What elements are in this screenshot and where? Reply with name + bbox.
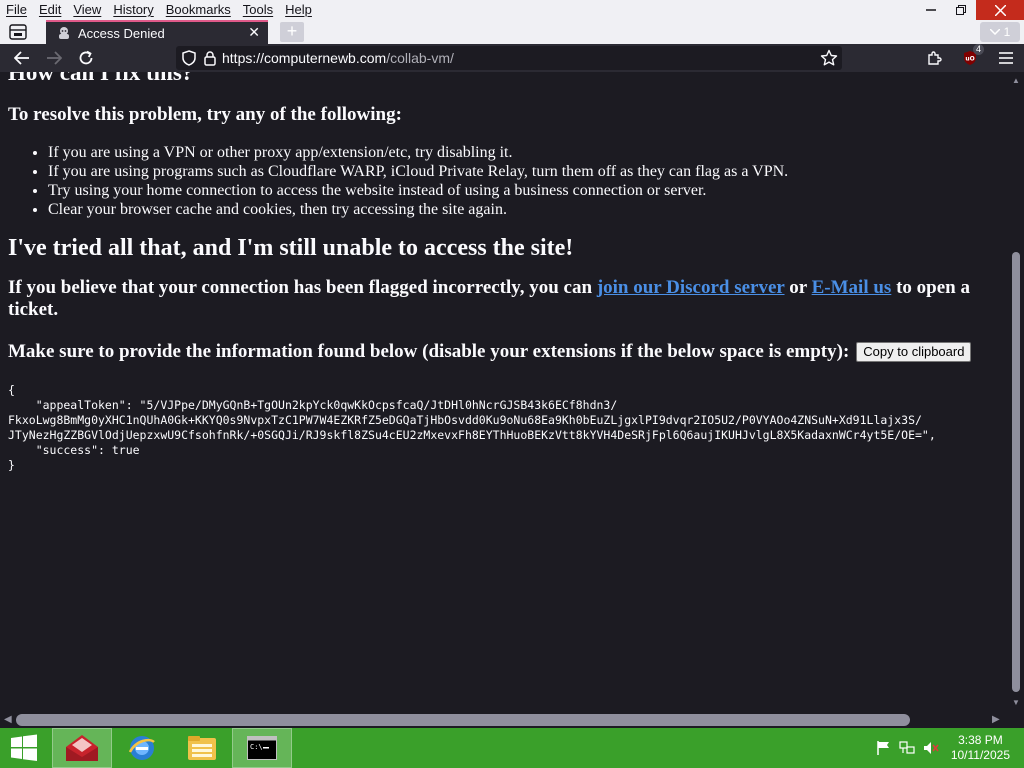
red-envelope-icon (66, 735, 98, 761)
minimize-icon (926, 9, 936, 11)
taskbar-vm-app[interactable] (52, 728, 112, 768)
menu-bookmarks[interactable]: Bookmarks (160, 0, 237, 20)
taskbar-ie[interactable] (112, 728, 172, 768)
reload-icon (79, 50, 93, 65)
menu-history[interactable]: History (107, 0, 159, 20)
flagged-paragraph: If you believe that your connection has … (8, 277, 998, 321)
tab-close-icon[interactable]: ✕ (248, 24, 260, 41)
copy-to-clipboard-button[interactable]: Copy to clipboard (856, 342, 972, 362)
app-menu-button[interactable] (988, 44, 1024, 72)
menu-help[interactable]: Help (279, 0, 318, 20)
list-item: If you are using programs such as Cloudf… (48, 162, 998, 181)
clock-date: 10/11/2025 (950, 748, 1010, 762)
horizontal-scrollbar[interactable]: ◀ ▶ (0, 712, 1024, 728)
menu-view[interactable]: View (67, 0, 107, 20)
firefox-view-button[interactable] (4, 22, 32, 42)
horizontal-scroll-thumb[interactable] (16, 714, 910, 726)
puzzle-icon (928, 51, 942, 65)
close-icon (994, 4, 1006, 16)
reload-button[interactable] (70, 44, 102, 72)
navigation-bar: https://computernewb.com/collab-vm/ uO 4 (0, 44, 1024, 72)
resolve-heading: To resolve this problem, try any of the … (8, 104, 402, 125)
page-content: How can I fix this? To resolve this prob… (8, 72, 998, 473)
info-paragraph: Make sure to provide the information fou… (8, 339, 998, 365)
tab-count: 1 (1003, 25, 1011, 39)
system-tray: 3:38 PM 10/11/2025 (871, 728, 1024, 768)
url-text: https://computernewb.com/collab-vm/ (222, 50, 454, 66)
list-item: If you are using a VPN or other proxy ap… (48, 143, 998, 162)
or-text: or (784, 277, 812, 298)
info-text: Make sure to provide the information fou… (8, 341, 850, 362)
tab-favicon-icon (56, 25, 72, 41)
back-arrow-icon (14, 51, 29, 65)
scroll-down-icon[interactable]: ▼ (1012, 698, 1020, 707)
bookmark-star-icon[interactable] (820, 49, 838, 72)
scroll-left-icon[interactable]: ◀ (4, 714, 12, 725)
page-viewport: How can I fix this? To resolve this prob… (0, 72, 1008, 712)
lock-icon[interactable] (204, 50, 216, 66)
svg-text:C:\: C:\ (250, 743, 263, 751)
command-prompt-icon: C:\ (247, 736, 277, 760)
taskbar-command-prompt[interactable]: C:\ (232, 728, 292, 768)
close-window-button[interactable] (976, 0, 1024, 20)
hamburger-menu-icon (999, 52, 1013, 64)
discord-link[interactable]: join our Discord server (597, 277, 785, 298)
windows-logo-icon (11, 734, 37, 761)
url-path: /collab-vm/ (386, 50, 454, 66)
restore-icon (956, 5, 966, 15)
chevron-down-icon (989, 29, 1000, 35)
forward-button[interactable] (38, 44, 70, 72)
menu-edit[interactable]: Edit (33, 0, 67, 20)
menu-bar: File Edit View History Bookmarks Tools H… (0, 0, 1024, 20)
taskbar-file-explorer[interactable] (172, 728, 232, 768)
svg-text:uO: uO (965, 56, 974, 63)
folder-icon (188, 736, 216, 760)
menu-tools[interactable]: Tools (237, 0, 279, 20)
restore-button[interactable] (946, 0, 976, 20)
url-bar[interactable]: https://computernewb.com/collab-vm/ (176, 46, 842, 70)
ublock-count-badge: 4 (972, 44, 984, 55)
network-icon[interactable] (895, 728, 919, 768)
extensions-button[interactable] (916, 44, 952, 72)
fix-heading: How can I fix this? (8, 72, 194, 85)
toolbar-right: uO 4 (916, 44, 1024, 72)
vertical-scroll-thumb[interactable] (1012, 252, 1020, 692)
plus-icon: + (286, 21, 298, 41)
menu-file[interactable]: File (0, 0, 33, 20)
firefox-view-icon (9, 24, 27, 40)
list-item: Try using your home connection to access… (48, 181, 998, 200)
tab-title: Access Denied (78, 25, 165, 41)
clock-time: 3:38 PM (958, 733, 1003, 747)
volume-muted-icon[interactable] (919, 728, 943, 768)
taskbar-clock[interactable]: 3:38 PM 10/11/2025 (951, 733, 1010, 763)
forward-arrow-icon (47, 51, 62, 65)
list-item: Clear your browser cache and cookies, th… (48, 200, 998, 219)
start-button[interactable] (0, 728, 48, 768)
flagged-text: If you believe that your connection has … (8, 277, 597, 298)
shield-icon[interactable] (182, 50, 196, 66)
internet-explorer-icon (128, 736, 155, 760)
tab-bar: Access Denied ✕ + 1 (0, 20, 1024, 44)
new-tab-button[interactable]: + (280, 22, 304, 42)
action-center-flag-icon[interactable] (871, 728, 895, 768)
tab-access-denied[interactable]: Access Denied ✕ (46, 20, 268, 44)
taskbar: C:\ 3:38 PM 10/11/2025 (0, 728, 1024, 768)
window-controls (916, 0, 1024, 20)
back-button[interactable] (6, 44, 38, 72)
ublock-origin-button[interactable]: uO 4 (952, 44, 988, 72)
url-host: https://computernewb.com (222, 50, 387, 66)
scroll-right-icon[interactable]: ▶ (992, 714, 1000, 725)
tried-heading: I've tried all that, and I'm still unabl… (8, 235, 574, 261)
appeal-token-json[interactable]: { "appealToken": "5/VJPpe/DMyGQnB+TgOUn2… (8, 383, 998, 473)
list-all-tabs-button[interactable]: 1 (980, 22, 1020, 42)
vertical-scrollbar[interactable]: ▲ ▼ (1008, 72, 1024, 712)
email-link[interactable]: E-Mail us (812, 277, 892, 298)
tips-list: If you are using a VPN or other proxy ap… (8, 143, 998, 219)
minimize-button[interactable] (916, 0, 946, 20)
scroll-up-icon[interactable]: ▲ (1012, 76, 1020, 85)
